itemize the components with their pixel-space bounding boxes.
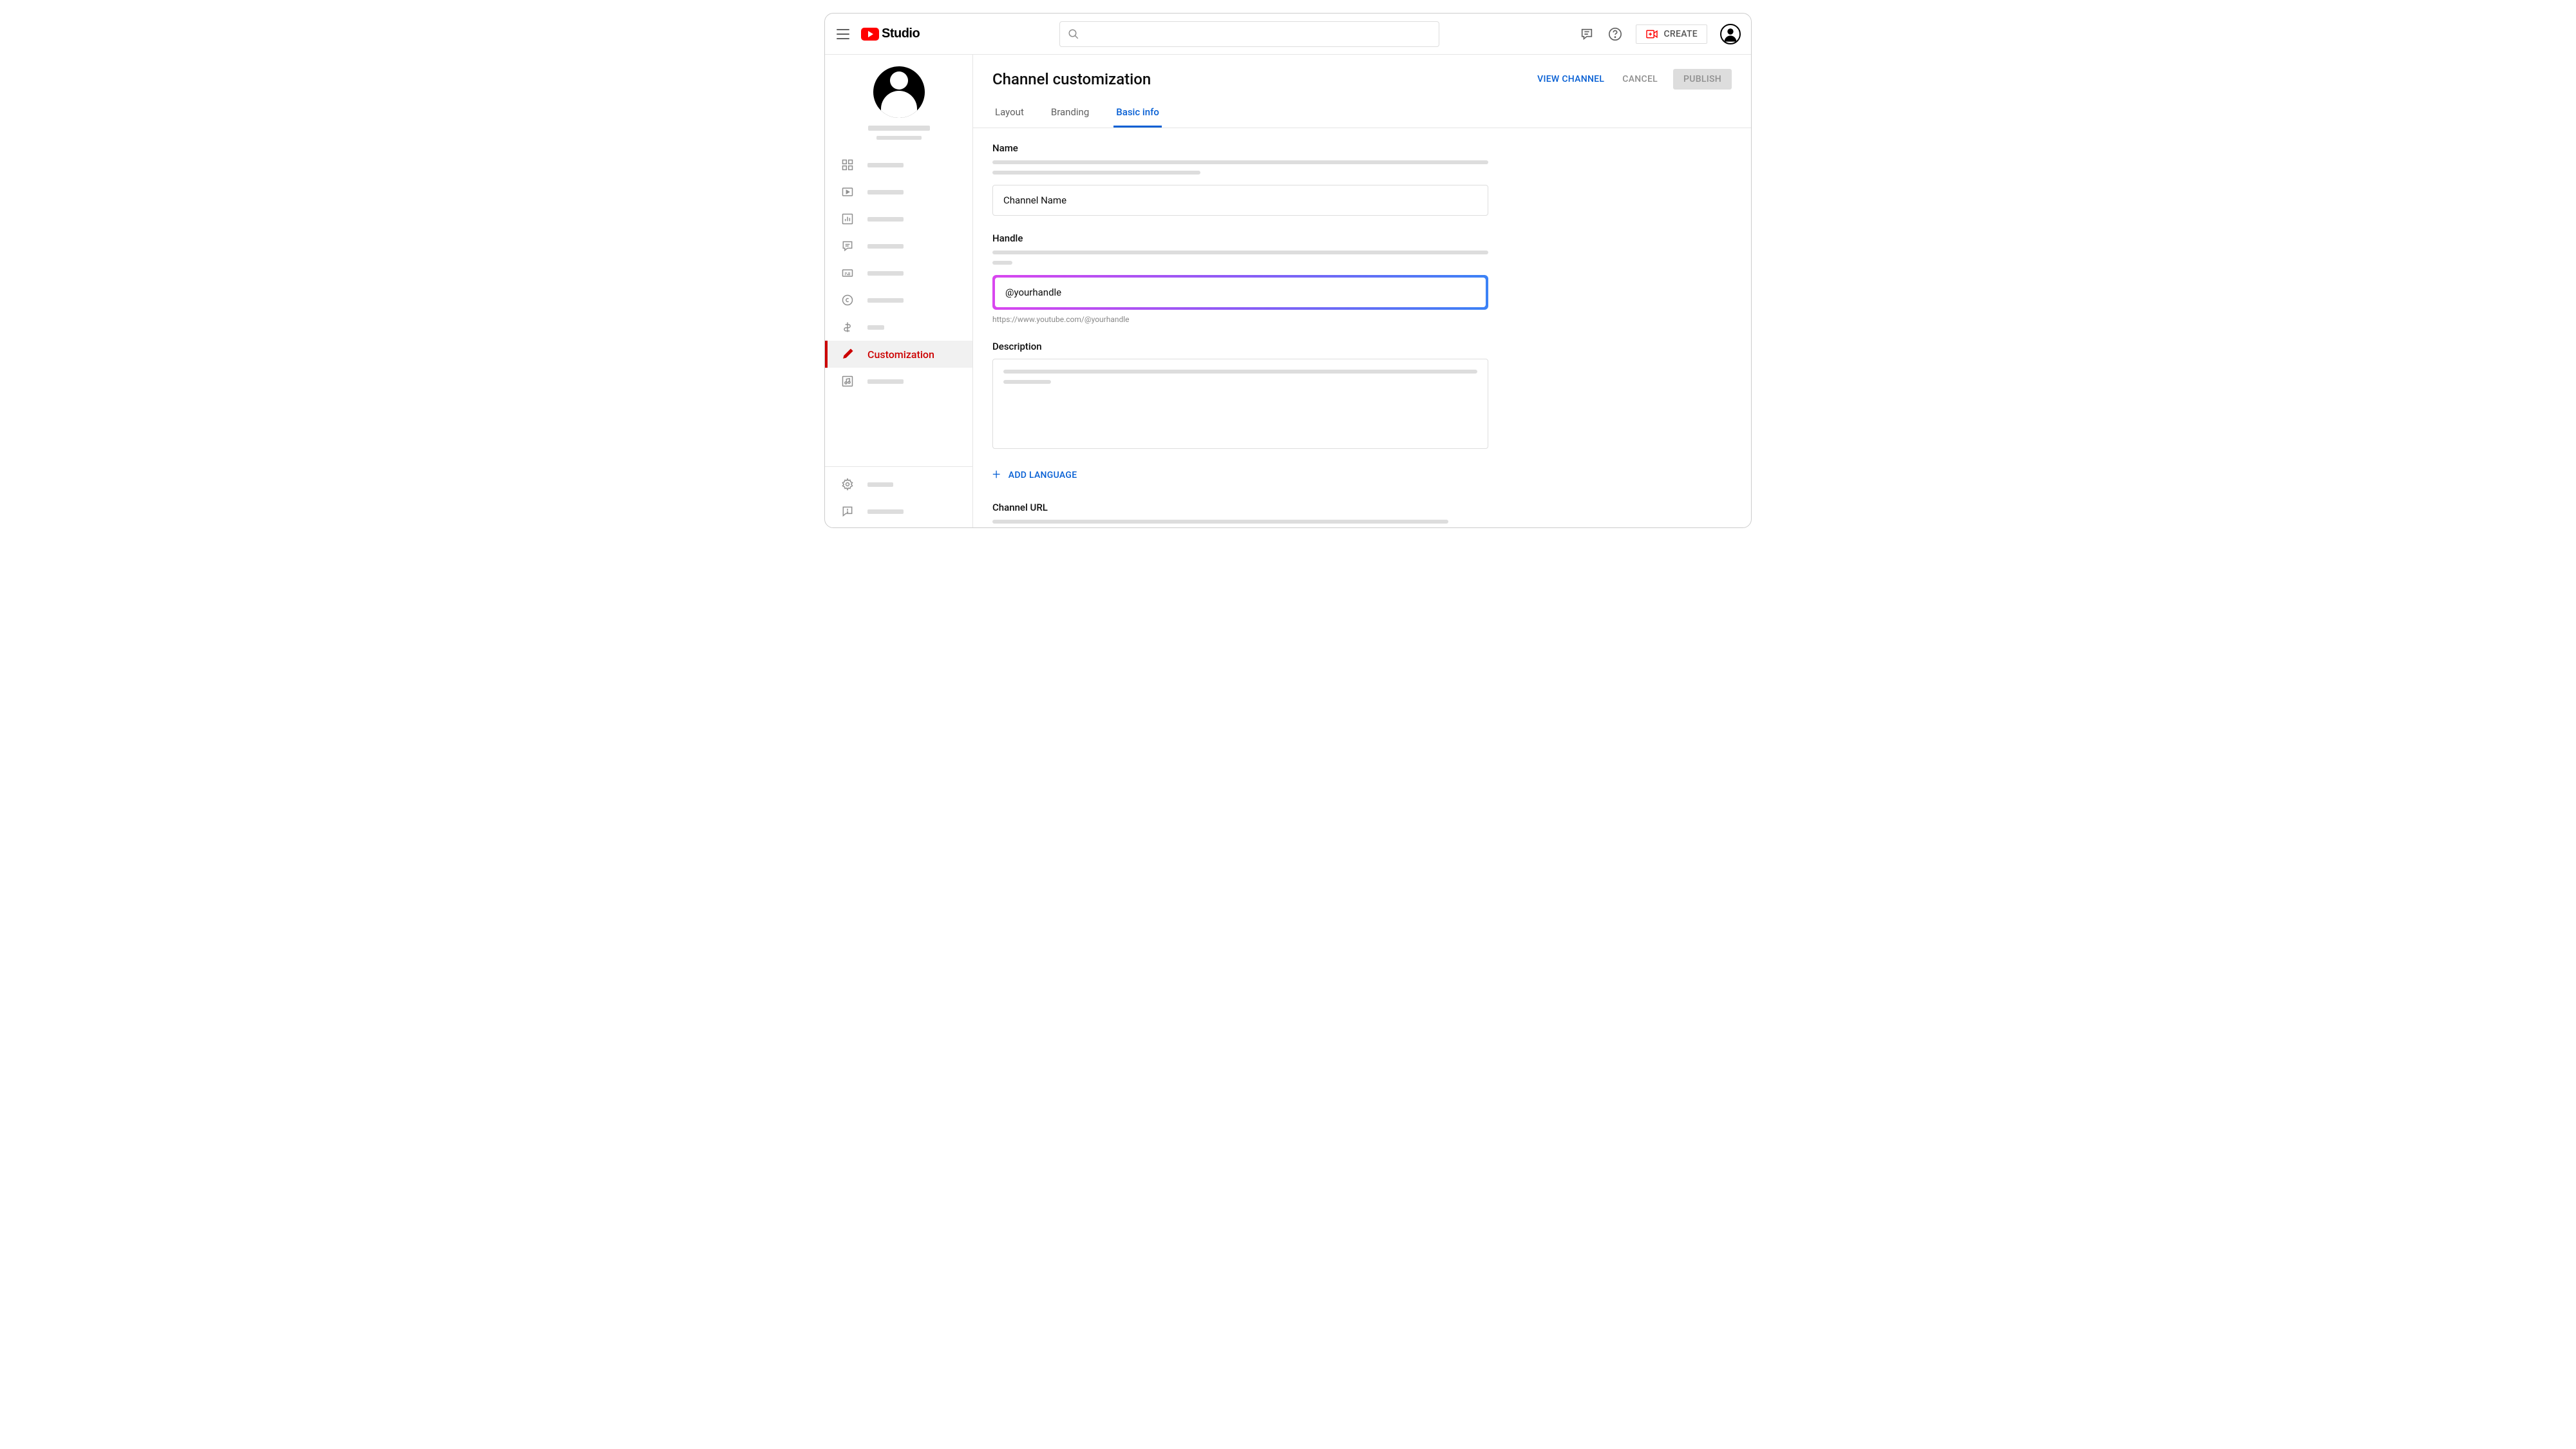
publish-button: PUBLISH <box>1673 69 1732 90</box>
copyright-icon <box>840 293 855 307</box>
view-channel-button[interactable]: VIEW CHANNEL <box>1535 69 1607 90</box>
channel-avatar[interactable] <box>873 66 925 118</box>
create-label: CREATE <box>1663 29 1698 39</box>
app-header: Studio CREATE <box>825 14 1751 55</box>
sidebar-item-copyright[interactable] <box>825 287 972 314</box>
handle-input[interactable]: @yourhandle <box>995 278 1486 307</box>
sidebar-item-feedback[interactable] <box>825 498 972 525</box>
subtitles-icon <box>840 266 855 280</box>
channel-url-section: Channel URL https://www.youtube.com/chan… <box>992 502 1488 527</box>
main-content: Channel customization VIEW CHANNEL CANCE… <box>973 55 1751 527</box>
handle-section: Handle @yourhandle https://www.youtube.c… <box>992 232 1488 324</box>
youtube-icon <box>861 28 879 41</box>
feedback-icon <box>840 504 855 518</box>
settings-icon <box>840 477 855 491</box>
account-avatar[interactable] <box>1720 24 1741 44</box>
comments-icon <box>840 239 855 253</box>
sidebar-item-content[interactable] <box>825 178 972 205</box>
name-label: Name <box>992 142 1488 154</box>
cancel-button[interactable]: CANCEL <box>1620 69 1660 90</box>
page-title: Channel customization <box>992 70 1151 88</box>
menu-icon[interactable] <box>835 26 851 42</box>
name-section: Name Channel Name <box>992 142 1488 216</box>
app-body: Customization <box>825 55 1751 527</box>
studio-logo[interactable]: Studio <box>861 26 920 41</box>
customization-icon <box>840 347 855 361</box>
sidebar-item-analytics[interactable] <box>825 205 972 232</box>
tab-layout[interactable]: Layout <box>992 99 1027 128</box>
name-input[interactable]: Channel Name <box>992 185 1488 216</box>
chat-icon[interactable] <box>1579 26 1595 42</box>
channel-url-label: Channel URL <box>992 502 1488 513</box>
create-button[interactable]: CREATE <box>1636 24 1707 44</box>
plus-icon: + <box>992 468 1001 482</box>
sidebar-item-audio-library[interactable] <box>825 368 972 395</box>
sidebar-item-label: Customization <box>867 348 934 361</box>
search-icon <box>1068 28 1079 40</box>
tab-branding[interactable]: Branding <box>1048 99 1092 128</box>
app-window: Studio CREATE <box>824 13 1752 528</box>
sidebar-item-dashboard[interactable] <box>825 151 972 178</box>
sidebar-item-subtitles[interactable] <box>825 260 972 287</box>
content-icon <box>840 185 855 199</box>
dashboard-icon <box>840 158 855 172</box>
sidebar-item-comments[interactable] <box>825 232 972 260</box>
handle-highlight: @yourhandle <box>992 275 1488 310</box>
tab-basic-info[interactable]: Basic info <box>1113 99 1162 128</box>
add-language-row: + ADD LANGUAGE <box>992 466 1488 485</box>
sidebar-item-earn[interactable] <box>825 314 972 341</box>
add-language-label: ADD LANGUAGE <box>1009 470 1077 480</box>
handle-label: Handle <box>992 232 1488 244</box>
search-input[interactable] <box>1059 21 1439 47</box>
sidebar: Customization <box>825 55 973 527</box>
add-language-button[interactable]: + ADD LANGUAGE <box>992 466 1488 485</box>
description-section: Description <box>992 341 1488 449</box>
tabs: Layout Branding Basic info <box>992 99 1732 128</box>
analytics-icon <box>840 212 855 226</box>
handle-url-hint: https://www.youtube.com/@yourhandle <box>992 315 1488 324</box>
sidebar-item-settings[interactable] <box>825 471 972 498</box>
description-label: Description <box>992 341 1488 352</box>
sidebar-item-customization[interactable]: Customization <box>825 341 972 368</box>
create-video-icon <box>1645 29 1658 39</box>
monetization-icon <box>840 320 855 334</box>
description-input[interactable] <box>992 359 1488 449</box>
logo-text: Studio <box>882 26 920 41</box>
help-icon[interactable] <box>1607 26 1623 42</box>
audio-library-icon <box>840 374 855 388</box>
